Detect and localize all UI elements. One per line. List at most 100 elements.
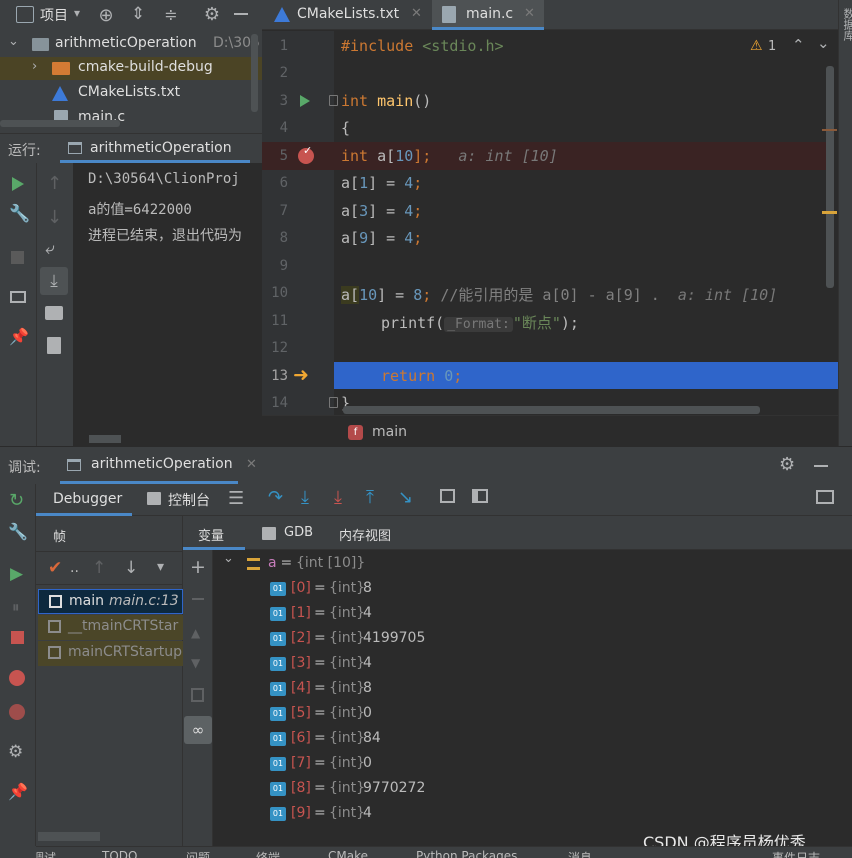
soft-wrap-icon[interactable]: ⤶	[45, 239, 55, 259]
fold-icon[interactable]	[329, 95, 338, 106]
status-terminal[interactable]: 终端	[256, 849, 280, 858]
stop-icon[interactable]	[11, 251, 24, 264]
pin-icon[interactable]: 📌	[9, 327, 29, 346]
hide-panel-icon[interactable]	[234, 13, 248, 15]
tab-debugger[interactable]: Debugger	[53, 491, 122, 507]
force-step-into-icon[interactable]: ⤓	[334, 487, 342, 508]
expand-all-icon[interactable]: ⇕	[129, 4, 147, 24]
down-arrow-icon[interactable]: ↓	[124, 558, 138, 578]
wrench-icon[interactable]: 🔧	[8, 522, 28, 541]
var-row[interactable]: 01 [2] = {int} 4199705	[213, 627, 852, 651]
run-gutter-icon[interactable]	[300, 95, 310, 107]
close-icon[interactable]: ✕	[524, 6, 535, 21]
var-row[interactable]: 01 [8] = {int} 9770272	[213, 777, 852, 801]
settings-gear-icon[interactable]: ⚙	[8, 742, 23, 762]
chevron-down-icon[interactable]: ⌄	[8, 34, 19, 49]
tab-main-c[interactable]: main.c ✕	[432, 0, 544, 30]
var-row[interactable]: 01 [0] = {int} 8	[213, 577, 852, 601]
settings-gear-icon[interactable]: ⚙	[779, 454, 795, 475]
layout-settings-icon[interactable]	[816, 490, 834, 504]
add-watch-icon[interactable]: +	[190, 556, 206, 578]
frames-hscroll[interactable]	[38, 832, 100, 841]
chevron-right-icon[interactable]: ›	[32, 59, 37, 74]
breadcrumb[interactable]: main	[372, 424, 407, 440]
inspection-widget[interactable]: ⚠ 1 ⌃ ⌄	[750, 34, 830, 58]
thread-check-icon[interactable]: ✔	[48, 558, 62, 578]
console-hscroll[interactable]	[89, 435, 121, 443]
step-into-icon[interactable]: ⤓	[301, 487, 309, 508]
tab-console[interactable]: 控制台	[168, 490, 210, 510]
chevron-up-icon[interactable]: ⌃	[792, 36, 805, 54]
remove-watch-icon[interactable]	[192, 598, 204, 600]
var-row[interactable]: 01 [6] = {int} 84	[213, 727, 852, 751]
var-row[interactable]: 01 [7] = {int} 0	[213, 752, 852, 776]
frame-row[interactable]: mainCRTStartup	[38, 641, 183, 666]
run-play-icon[interactable]	[12, 177, 24, 191]
database-tool-label[interactable]: 数据库	[840, 8, 852, 41]
layout-columns-icon[interactable]	[472, 489, 488, 503]
debug-config-tab[interactable]: arithmeticOperation	[91, 456, 233, 472]
tab-memory-view[interactable]: 内存视图	[339, 525, 391, 544]
move-down-icon[interactable]: ▼	[191, 656, 200, 670]
frame-row[interactable]: __tmainCRTStar	[38, 615, 183, 640]
run-config-tab[interactable]: arithmeticOperation	[90, 140, 232, 156]
hide-panel-icon[interactable]	[814, 465, 828, 467]
run-to-cursor-icon[interactable]: ↘	[398, 487, 413, 508]
print-icon[interactable]	[45, 306, 63, 320]
settings-gear-icon[interactable]: ⚙	[202, 4, 222, 25]
pause-icon[interactable]: ⏸	[12, 598, 20, 616]
status-python-packages[interactable]: Python Packages	[416, 849, 517, 858]
tree-item-cmakelists[interactable]: CMakeLists.txt	[0, 82, 262, 105]
status-problems[interactable]: 问题	[186, 849, 210, 858]
tree-item-cmake-build-debug[interactable]: › cmake-build-debug	[0, 57, 262, 80]
glasses-icon[interactable]: ∞	[184, 716, 212, 744]
up-arrow-icon[interactable]: ↑	[47, 173, 62, 194]
pin-icon[interactable]: 📌	[8, 782, 28, 801]
tab-cmakelists[interactable]: CMakeLists.txt ✕	[262, 0, 430, 30]
status-event-log[interactable]: 事件日志	[772, 849, 820, 858]
menu-lines-icon[interactable]: ☰	[228, 488, 244, 509]
evaluate-table-icon[interactable]	[440, 489, 455, 503]
status-cmake[interactable]: CMake	[328, 849, 368, 858]
status-messages[interactable]: 消息	[568, 849, 592, 858]
editor-vscroll[interactable]	[826, 66, 834, 288]
rerun-icon[interactable]: ↻	[9, 490, 24, 511]
project-vscroll[interactable]	[251, 34, 258, 112]
var-root-row[interactable]: ⌄ a = {int [10]}	[213, 551, 852, 576]
fold-end-icon[interactable]	[329, 397, 338, 408]
editor-hscroll[interactable]	[343, 406, 760, 414]
view-breakpoints-icon[interactable]	[9, 670, 25, 686]
close-icon[interactable]: ✕	[411, 6, 422, 21]
dropdown-arrow-icon[interactable]: ▾	[74, 6, 80, 20]
project-title[interactable]: 项目	[40, 5, 68, 25]
down-arrow-icon[interactable]: ↓	[47, 207, 62, 228]
var-row[interactable]: 01 [9] = {int} 4	[213, 802, 852, 826]
trash-icon[interactable]	[47, 337, 61, 354]
stop-icon[interactable]	[11, 631, 24, 644]
resume-icon[interactable]: ▶	[10, 564, 23, 584]
wrench-icon[interactable]: 🔧	[9, 204, 30, 224]
project-hscroll[interactable]	[0, 120, 120, 127]
step-over-icon[interactable]: ↷	[268, 487, 283, 508]
project-view-icon[interactable]	[16, 6, 34, 23]
mute-breakpoints-icon[interactable]	[9, 704, 25, 720]
collapse-all-icon[interactable]: ≑	[162, 4, 180, 24]
copy-icon[interactable]	[191, 688, 204, 702]
status-todo[interactable]: TODO	[102, 849, 137, 858]
var-row[interactable]: 01 [5] = {int} 0	[213, 702, 852, 726]
var-row[interactable]: 01 [4] = {int} 8	[213, 677, 852, 701]
close-icon[interactable]: ✕	[246, 457, 257, 472]
tab-variables[interactable]: 变量	[198, 525, 224, 544]
step-out-icon[interactable]: ⤒	[366, 487, 374, 508]
chevron-down-icon[interactable]: ⌄	[817, 34, 830, 52]
up-arrow-icon[interactable]: ↑	[92, 558, 106, 578]
tree-root[interactable]: ⌄ arithmeticOperation D:\305	[0, 33, 262, 55]
var-row[interactable]: 01 [3] = {int} 4	[213, 652, 852, 676]
move-up-icon[interactable]: ▲	[191, 626, 200, 640]
tab-gdb[interactable]: GDB	[284, 525, 313, 540]
dropdown-arrow-icon[interactable]: ▾	[157, 559, 164, 575]
var-row[interactable]: 01 [1] = {int} 4	[213, 602, 852, 626]
chevron-down-icon[interactable]: ⌄	[223, 551, 234, 566]
status-debug[interactable]: 调试	[36, 849, 56, 858]
frame-row-selected[interactable]: main main.c:13	[38, 589, 183, 614]
